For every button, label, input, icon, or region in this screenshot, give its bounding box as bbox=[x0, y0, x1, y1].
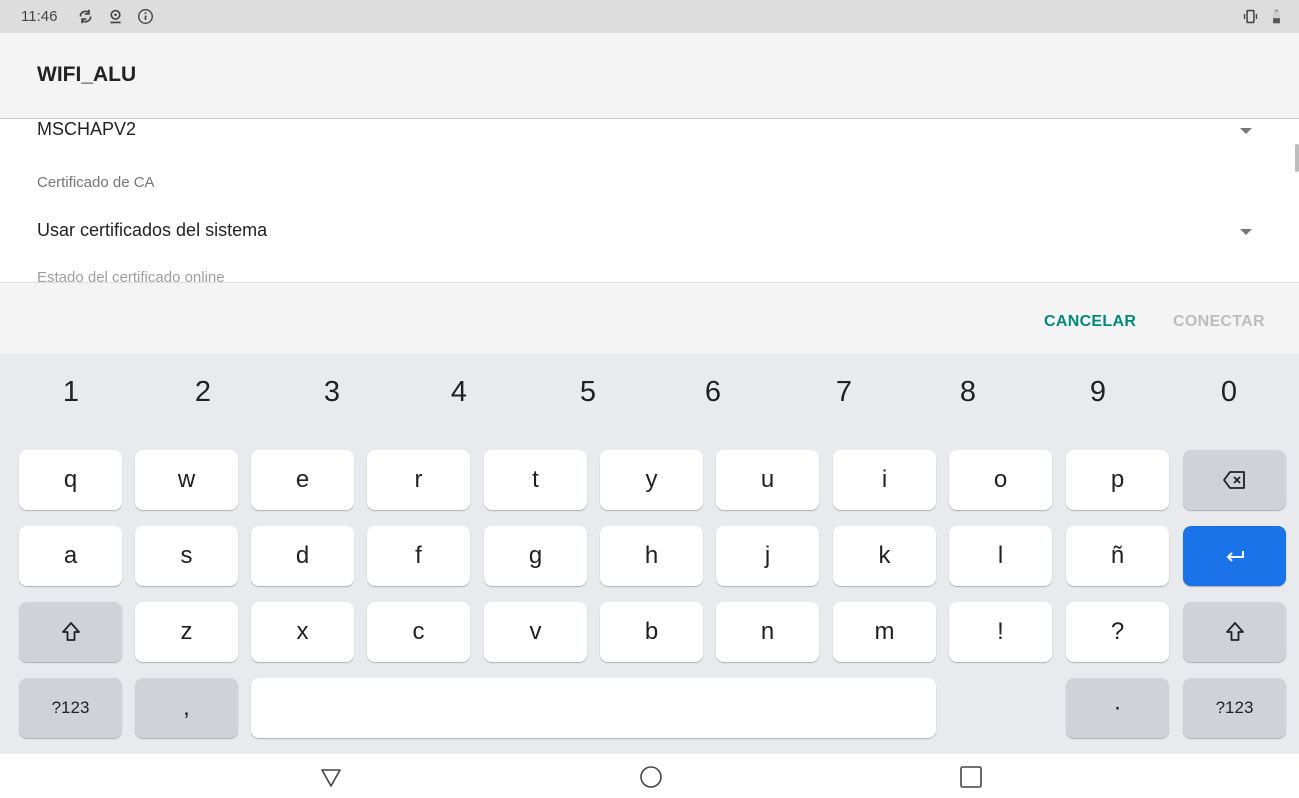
scrollbar[interactable] bbox=[1295, 144, 1299, 172]
dialog-actions: CANCELAR CONECTAR bbox=[0, 282, 1299, 354]
key-r[interactable]: r bbox=[367, 450, 470, 510]
backspace-icon bbox=[1222, 471, 1245, 489]
key-exclamation[interactable]: ! bbox=[949, 602, 1052, 662]
key-9[interactable]: 9 bbox=[1040, 376, 1156, 409]
key-w[interactable]: w bbox=[135, 450, 238, 510]
key-8[interactable]: 8 bbox=[910, 376, 1026, 409]
phase2-dropdown-icon[interactable] bbox=[1240, 128, 1252, 134]
battery-icon bbox=[1266, 6, 1286, 26]
ca-certificate-label: Certificado de CA bbox=[37, 174, 155, 191]
symbols-key-label: ?123 bbox=[51, 698, 90, 717]
enter-icon bbox=[1226, 551, 1244, 562]
symbols-key-right[interactable]: ?123 bbox=[1183, 678, 1286, 738]
vibrate-icon bbox=[1240, 6, 1260, 26]
key-7[interactable]: 7 bbox=[786, 376, 902, 409]
online-certificate-label: Estado del certificado online bbox=[37, 269, 225, 282]
shift-key-left[interactable] bbox=[19, 602, 122, 662]
key-5[interactable]: 5 bbox=[530, 376, 646, 409]
dialog-title-bar: WIFI_ALU bbox=[0, 33, 1299, 119]
key-y[interactable]: y bbox=[600, 450, 703, 510]
status-bar: 11:46 bbox=[0, 0, 1299, 33]
soft-keyboard: 1 2 3 4 5 6 7 8 9 0 q w e r t y u i o p … bbox=[0, 354, 1299, 754]
dialog-title: WIFI_ALU bbox=[37, 63, 137, 86]
cancel-button[interactable]: CANCELAR bbox=[1044, 313, 1136, 331]
navigation-bar bbox=[0, 754, 1299, 798]
backspace-key[interactable] bbox=[1183, 450, 1286, 510]
shift-key-right[interactable] bbox=[1183, 602, 1286, 662]
key-l[interactable]: l bbox=[949, 526, 1052, 586]
key-k[interactable]: k bbox=[833, 526, 936, 586]
key-s[interactable]: s bbox=[135, 526, 238, 586]
space-key[interactable] bbox=[251, 678, 936, 738]
key-question[interactable]: ? bbox=[1066, 602, 1169, 662]
enter-key[interactable] bbox=[1183, 526, 1286, 586]
home-icon[interactable] bbox=[638, 764, 664, 790]
shift-icon bbox=[1225, 622, 1244, 641]
key-e[interactable]: e bbox=[251, 450, 354, 510]
key-6[interactable]: 6 bbox=[655, 376, 771, 409]
key-g[interactable]: g bbox=[484, 526, 587, 586]
key-q[interactable]: q bbox=[19, 450, 122, 510]
ca-certificate-value[interactable]: Usar certificados del sistema bbox=[37, 220, 267, 241]
key-b[interactable]: b bbox=[600, 602, 703, 662]
sync-icon bbox=[75, 6, 95, 26]
recents-icon[interactable] bbox=[958, 764, 984, 790]
number-row: 1 2 3 4 5 6 7 8 9 0 bbox=[0, 354, 1299, 439]
key-x[interactable]: x bbox=[251, 602, 354, 662]
key-a[interactable]: a bbox=[19, 526, 122, 586]
key-i[interactable]: i bbox=[833, 450, 936, 510]
key-m[interactable]: m bbox=[833, 602, 936, 662]
key-d[interactable]: d bbox=[251, 526, 354, 586]
key-2[interactable]: 2 bbox=[145, 376, 261, 409]
key-t[interactable]: t bbox=[484, 450, 587, 510]
key-f[interactable]: f bbox=[367, 526, 470, 586]
status-time: 11:46 bbox=[21, 8, 58, 25]
key-v[interactable]: v bbox=[484, 602, 587, 662]
info-icon bbox=[135, 6, 155, 26]
symbols-key-right-label: ?123 bbox=[1215, 698, 1254, 717]
phase2-auth-value[interactable]: MSCHAPV2 bbox=[37, 119, 136, 140]
symbols-key[interactable]: ?123 bbox=[19, 678, 122, 738]
key-o[interactable]: o bbox=[949, 450, 1052, 510]
shift-icon bbox=[61, 622, 80, 641]
key-h[interactable]: h bbox=[600, 526, 703, 586]
key-1[interactable]: 1 bbox=[13, 376, 129, 409]
key-0[interactable]: 0 bbox=[1171, 376, 1287, 409]
key-p[interactable]: p bbox=[1066, 450, 1169, 510]
key-c[interactable]: c bbox=[367, 602, 470, 662]
back-icon[interactable] bbox=[318, 764, 344, 790]
comma-key[interactable]: , bbox=[135, 678, 238, 738]
location-icon bbox=[105, 6, 125, 26]
connect-button[interactable]: CONECTAR bbox=[1173, 313, 1265, 331]
period-key[interactable]: · bbox=[1066, 678, 1169, 738]
key-z[interactable]: z bbox=[135, 602, 238, 662]
key-n-tilde[interactable]: ñ bbox=[1066, 526, 1169, 586]
dialog-content[interactable]: MSCHAPV2 Certificado de CA Usar certific… bbox=[0, 119, 1299, 282]
key-u[interactable]: u bbox=[716, 450, 819, 510]
ca-dropdown-icon[interactable] bbox=[1240, 229, 1252, 235]
key-j[interactable]: j bbox=[716, 526, 819, 586]
key-n[interactable]: n bbox=[716, 602, 819, 662]
key-3[interactable]: 3 bbox=[274, 376, 390, 409]
key-4[interactable]: 4 bbox=[401, 376, 517, 409]
